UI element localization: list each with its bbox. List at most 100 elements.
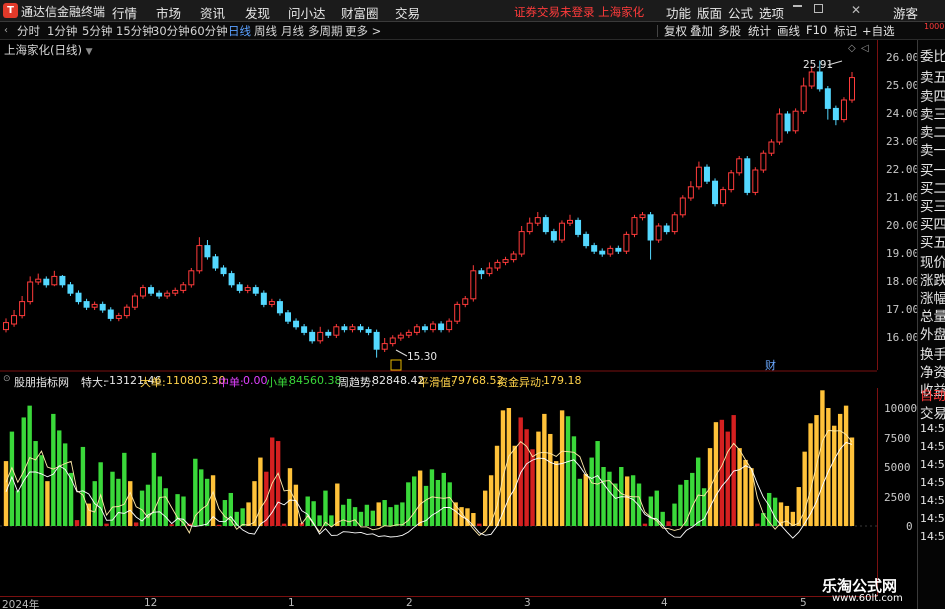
flow-bar	[636, 483, 642, 526]
period-15min[interactable]: 15分钟	[116, 23, 154, 39]
sidebar-label[interactable]: 净资	[920, 361, 945, 381]
title-bar: T 通达信金融终端 行情 市场 资讯 发现 问小达 财富圈 交易 证券交易未登录…	[0, 0, 945, 22]
candle-body	[558, 222, 565, 241]
guest-user[interactable]: 游客	[893, 3, 918, 22]
candle-body	[341, 326, 348, 331]
flow-bar	[565, 416, 571, 526]
finance-marker[interactable]: 财	[765, 358, 776, 372]
menu-discover[interactable]: 发现	[245, 3, 270, 22]
app-name: 通达信金融终端	[21, 5, 106, 19]
restore-rights-button[interactable]: 复权	[664, 23, 687, 39]
menu-market[interactable]: 市场	[156, 3, 181, 22]
multi-stock-button[interactable]: 多股	[718, 23, 741, 39]
candle-body	[470, 270, 477, 300]
period-5min[interactable]: 5分钟	[82, 23, 112, 39]
sidebar-label[interactable]: 买五	[920, 231, 945, 251]
add-watchlist-button[interactable]: +自选	[862, 23, 895, 39]
menu-options[interactable]: 选项	[759, 3, 784, 22]
sidebar-label[interactable]: 换手	[920, 343, 945, 363]
period-30min[interactable]: 30分钟	[152, 23, 190, 39]
sidebar-label[interactable]: 涨跌	[920, 269, 945, 289]
candle-body	[792, 110, 799, 132]
flow-bar	[370, 510, 375, 526]
info-marker-icon[interactable]	[390, 359, 402, 371]
menu-function[interactable]: 功能	[666, 3, 691, 22]
minimize-icon[interactable]	[793, 5, 802, 7]
candle-body	[631, 217, 638, 235]
maximize-icon[interactable]	[814, 4, 823, 13]
candle-body	[381, 343, 388, 350]
sidebar-label[interactable]: 卖二	[920, 121, 945, 141]
candle-body	[19, 301, 26, 317]
menu-formula[interactable]: 公式	[728, 3, 753, 22]
flow-bar	[524, 429, 529, 526]
indicator-name[interactable]: 股朋指标网	[14, 374, 69, 390]
period-multi[interactable]: 多周期	[308, 23, 343, 39]
candle-body	[131, 295, 138, 308]
flow-bar	[335, 483, 340, 526]
period-1min[interactable]: 1分钟	[47, 23, 77, 39]
menu-layout[interactable]: 版面	[697, 3, 722, 22]
sidebar-label[interactable]: 委比	[920, 45, 945, 65]
candle-body	[663, 225, 670, 233]
flow-bar	[672, 503, 677, 526]
candle-body	[430, 323, 437, 331]
settings-icon[interactable]: ⊙	[3, 374, 11, 384]
sidebar-label[interactable]: 买一	[920, 159, 945, 179]
flow-bar	[175, 494, 180, 526]
period-monthly[interactable]: 月线	[281, 23, 304, 39]
ind-small-value: 84560.38	[289, 374, 342, 387]
flow-bar	[435, 479, 441, 526]
period-minute-line[interactable]: 分时	[17, 23, 40, 39]
flow-bar	[394, 504, 399, 526]
period-60min[interactable]: 60分钟	[190, 23, 228, 39]
flow-bar	[553, 461, 559, 526]
sidebar-label[interactable]: 卖五	[920, 66, 945, 86]
candle-body	[317, 331, 324, 342]
sidebar-label[interactable]: 卖一	[920, 139, 945, 159]
sidebar-label[interactable]: 总量	[920, 305, 945, 325]
period-more[interactable]: 更多 >	[345, 23, 381, 39]
flow-bar	[506, 408, 512, 526]
sidebar-label[interactable]: 买二	[920, 177, 945, 197]
trade-login-notice[interactable]: 证券交易未登录 上海家化	[514, 4, 644, 20]
menu-wealth[interactable]: 财富圈	[341, 3, 379, 22]
trend-lines	[5, 429, 853, 539]
price-tick: 22.00	[886, 163, 920, 176]
sidebar-label[interactable]: 买三	[920, 195, 945, 215]
overlay-button[interactable]: 叠加	[690, 23, 713, 39]
sidebar-label[interactable]: 买四	[920, 213, 945, 233]
flow-bar	[358, 511, 364, 526]
candle-body	[494, 261, 501, 269]
sidebar-label[interactable]: 现价	[920, 251, 945, 271]
candle-body	[703, 166, 710, 182]
trade-time: 14:56	[920, 476, 945, 489]
menu-trade[interactable]: 交易	[395, 3, 420, 22]
stats-button[interactable]: 统计	[748, 23, 771, 39]
candle-body	[405, 331, 412, 336]
sidebar-label[interactable]: 卖四	[920, 85, 945, 105]
f10-button[interactable]: F10	[806, 23, 827, 37]
sidebar-label[interactable]: 卖三	[920, 103, 945, 123]
menu-quotes[interactable]: 行情	[112, 3, 137, 22]
sidebar-label[interactable]: 外盘	[920, 323, 945, 343]
period-daily[interactable]: 日线	[228, 23, 251, 39]
flow-bar	[536, 431, 541, 526]
mark-button[interactable]: 标记	[834, 23, 857, 39]
menu-ask[interactable]: 问小达	[288, 3, 326, 22]
flow-bar	[583, 474, 588, 526]
draw-line-button[interactable]: 画线	[777, 23, 800, 39]
flow-bar	[329, 515, 334, 526]
flow-bar	[9, 431, 15, 526]
indicator-tick: 7500	[884, 432, 911, 445]
trade-label[interactable]: 交易	[920, 402, 945, 422]
candle-body	[373, 331, 380, 350]
close-icon[interactable]: ✕	[851, 3, 861, 17]
period-weekly[interactable]: 周线	[254, 23, 277, 39]
flow-bar	[843, 405, 849, 526]
menu-news[interactable]: 资讯	[200, 3, 225, 22]
sidebar-label[interactable]: 涨幅	[920, 287, 945, 307]
chevron-left-icon[interactable]: ‹	[4, 25, 8, 36]
flow-bar	[784, 505, 790, 526]
flow-bar	[666, 521, 671, 526]
